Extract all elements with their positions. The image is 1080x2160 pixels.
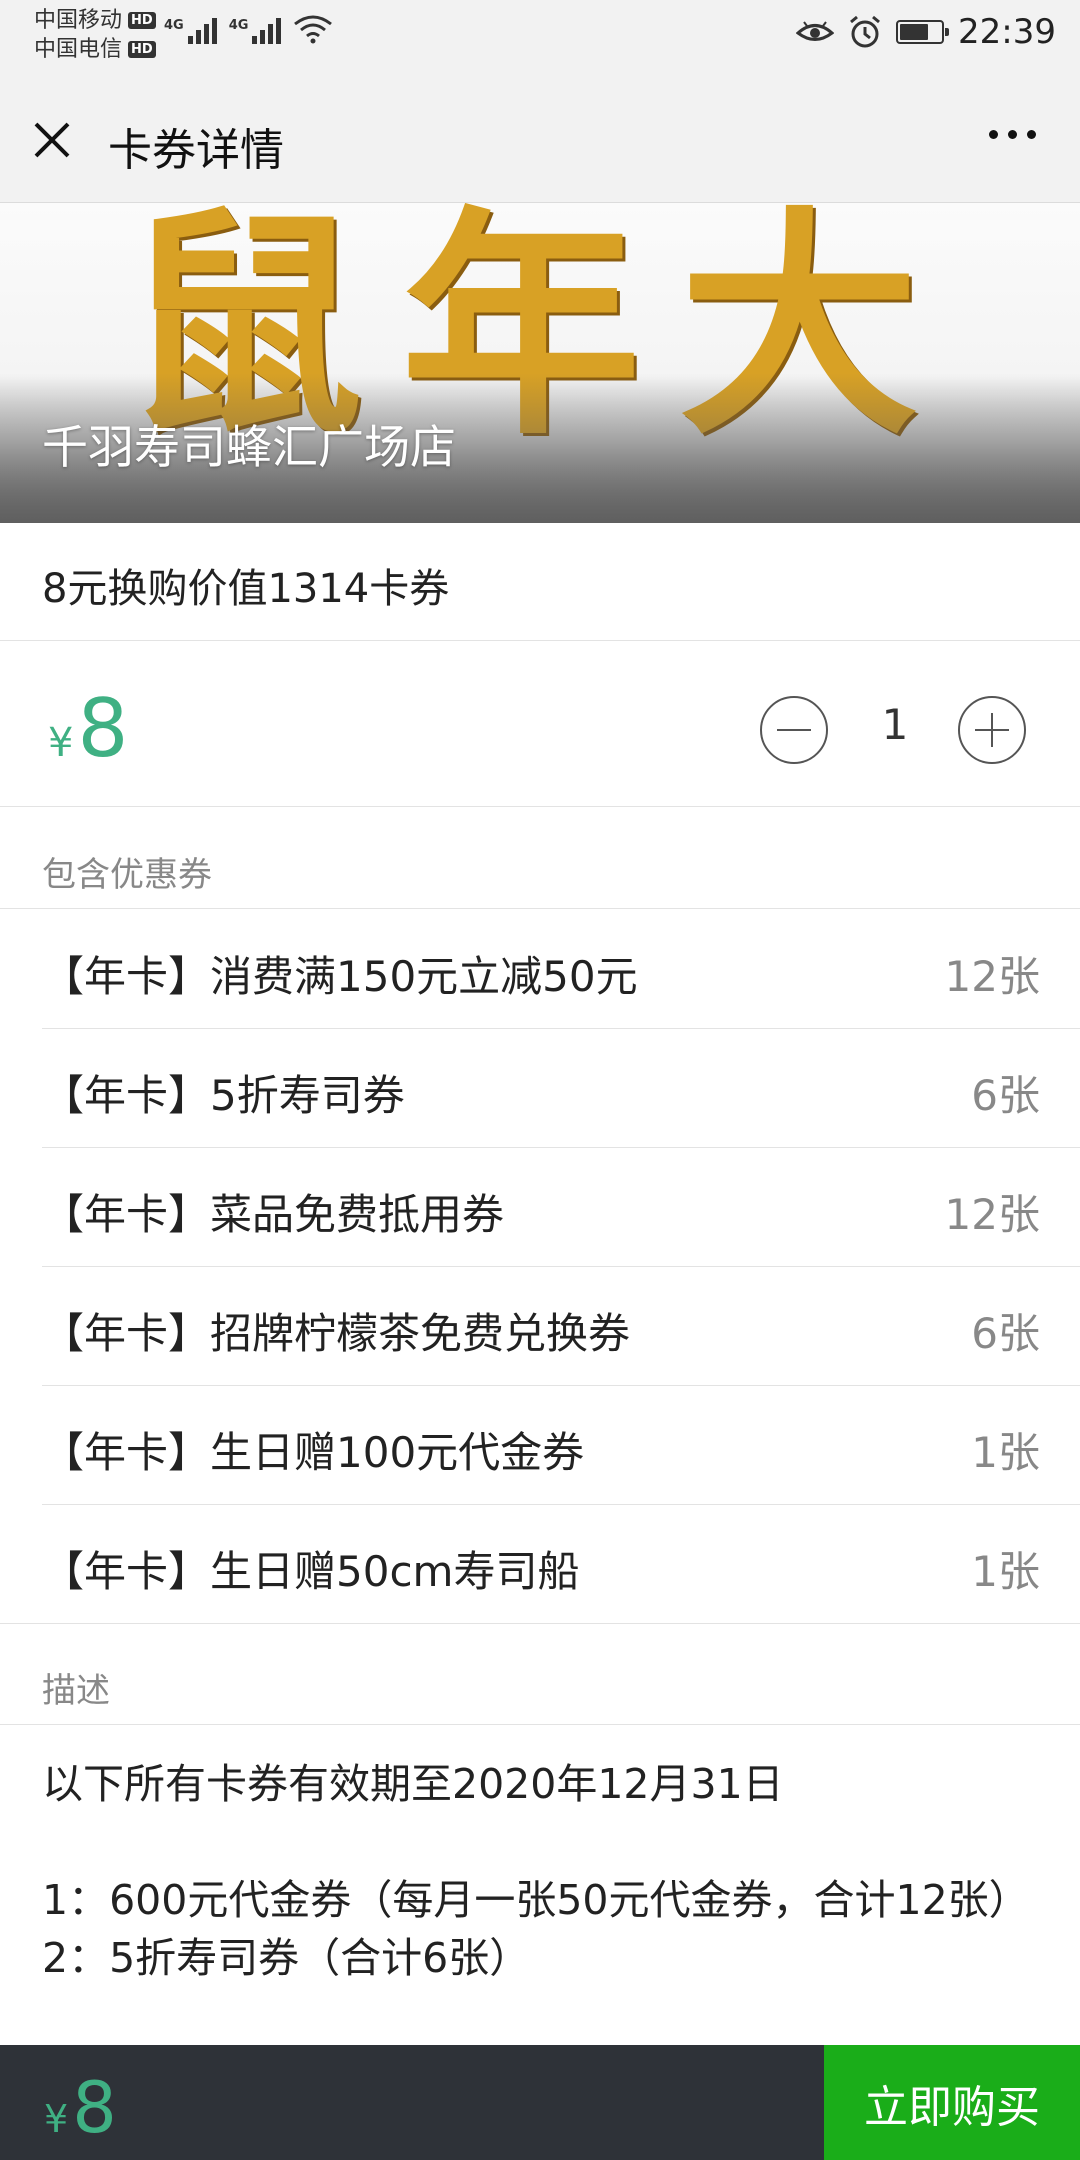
price-row: ¥ 8 1 <box>0 642 1080 807</box>
decrease-quantity-button[interactable] <box>760 696 828 764</box>
coupon-item: 【年卡】招牌柠檬茶免费兑换券 6张 <box>0 1266 1080 1385</box>
product-title: 8元换购价值1314卡券 <box>0 523 1080 641</box>
battery-level <box>900 24 929 40</box>
page-title: 卡券详情 <box>108 125 284 176</box>
coupon-count: 6张 <box>971 1071 1040 1120</box>
description-line: 2：5折寿司券（合计6张） <box>42 1934 531 1982</box>
store-name: 千羽寿司蜂汇广场店 <box>42 420 456 474</box>
coupon-item: 【年卡】生日赠50cm寿司船 1张 <box>0 1504 1080 1624</box>
nav-bar: 卡券详情 <box>0 70 1080 203</box>
battery-icon <box>896 20 950 44</box>
coupon-name: 【年卡】5折寿司券 <box>42 1071 405 1120</box>
coupon-name: 【年卡】菜品免费抵用券 <box>42 1190 505 1239</box>
coupon-item: 【年卡】消费满150元立减50元 12张 <box>0 909 1080 1028</box>
carrier-2-label: 中国电信 <box>34 37 123 62</box>
bottom-price-label: ¥ 8 <box>44 2067 117 2149</box>
hd-badge: HD <box>128 41 156 58</box>
description-line: 以下所有卡券有效期至2020年12月31日 <box>42 1760 784 1808</box>
price-amount: 8 <box>77 682 129 775</box>
coupon-name: 【年卡】消费满150元立减50元 <box>42 952 638 1001</box>
signal-icon: 4G <box>164 18 217 44</box>
increase-quantity-button[interactable] <box>958 696 1026 764</box>
description-section-header: 描述 <box>0 1623 1080 1725</box>
status-bar: 中国移动 HD 中国电信 HD 4G 4G 22:39 <box>0 0 1080 70</box>
price-label: ¥ 8 <box>48 682 128 775</box>
currency-symbol: ¥ <box>44 2097 69 2141</box>
network-type-label: 4G <box>228 18 249 33</box>
coupon-count: 1张 <box>971 1428 1040 1477</box>
coupons-section-header: 包含优惠券 <box>0 807 1080 909</box>
coupon-list: 【年卡】消费满150元立减50元 12张 【年卡】5折寿司券 6张 【年卡】菜品… <box>0 909 1080 1624</box>
bottom-price-amount: 8 <box>72 2067 117 2149</box>
coupon-name: 【年卡】生日赠100元代金券 <box>42 1428 585 1477</box>
clock-time: 22:39 <box>958 12 1056 52</box>
wifi-icon <box>294 15 333 44</box>
description-line: 1：600元代金券（每月一张50元代金券，合计12张） <box>42 1876 1030 1924</box>
coupon-item: 【年卡】生日赠100元代金券 1张 <box>0 1385 1080 1504</box>
carrier-info: 中国移动 HD 中国电信 HD <box>34 6 156 64</box>
coupon-count: 12张 <box>944 952 1040 1001</box>
signal-icon: 4G <box>229 18 282 44</box>
signal-indicators: 4G 4G <box>164 14 333 44</box>
bottom-purchase-bar: ¥ 8 立即购买 <box>0 2045 1080 2160</box>
coupon-count: 12张 <box>944 1190 1040 1239</box>
network-type-label: 4G <box>164 18 184 33</box>
alarm-icon <box>850 15 880 48</box>
coupon-item: 【年卡】5折寿司券 6张 <box>0 1028 1080 1147</box>
coupon-item: 【年卡】菜品免费抵用券 12张 <box>0 1147 1080 1266</box>
hd-badge: HD <box>128 12 156 29</box>
quantity-value: 1 <box>881 700 909 749</box>
coupon-count: 1张 <box>971 1547 1040 1596</box>
currency-symbol: ¥ <box>48 720 74 766</box>
carrier-1-label: 中国移动 <box>34 8 123 33</box>
eye-icon <box>796 21 835 41</box>
banner-image: 鼠年大吉 千羽寿司蜂汇广场店 <box>0 203 1080 523</box>
description-text: 以下所有卡券有效期至2020年12月31日 1：600元代金券（每月一张50元代… <box>42 1755 1042 1987</box>
coupon-name: 【年卡】招牌柠檬茶免费兑换券 <box>42 1309 631 1358</box>
status-right: 22:39 <box>796 12 1056 52</box>
coupon-count: 6张 <box>971 1309 1040 1358</box>
buy-now-button[interactable]: 立即购买 <box>824 2045 1080 2160</box>
more-icon[interactable] <box>989 130 1036 139</box>
close-icon[interactable] <box>30 118 74 162</box>
coupon-name: 【年卡】生日赠50cm寿司船 <box>42 1547 580 1596</box>
